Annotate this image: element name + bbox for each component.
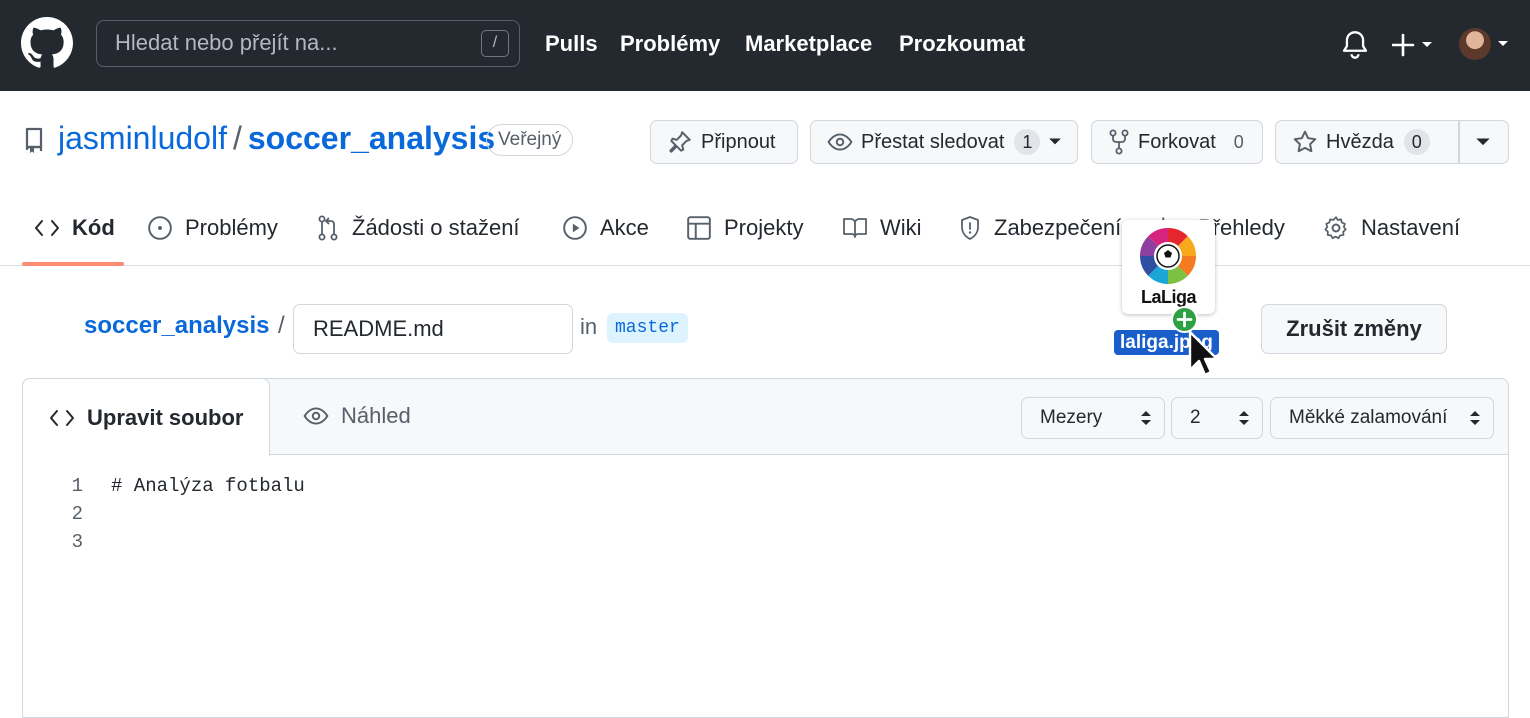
- select-arrows-icon: [1239, 411, 1249, 425]
- code-icon: [50, 409, 74, 426]
- tab-label: Žádosti o stažení: [352, 215, 520, 240]
- star-button[interactable]: Hvězda 0: [1275, 120, 1509, 164]
- pin-button[interactable]: Připnout: [650, 120, 798, 164]
- edit-tab-label: Upravit soubor: [87, 404, 244, 430]
- filename-input[interactable]: [293, 304, 573, 354]
- branch-name: master: [607, 313, 688, 343]
- nav-explore[interactable]: Prozkoumat: [899, 31, 1025, 57]
- repo-title: jasminludolf / soccer_analysis: [58, 120, 495, 157]
- tab-label: Wiki: [880, 215, 922, 240]
- cancel-changes-button[interactable]: Zrušit změny: [1261, 304, 1447, 354]
- star-icon: [1293, 130, 1317, 153]
- shield-icon: [961, 216, 979, 240]
- dragged-file-thumbnail[interactable]: LaLiga: [1122, 220, 1215, 314]
- code-line[interactable]: # Analýza fotbalu: [111, 475, 305, 497]
- tab-actions[interactable]: Akce: [562, 212, 649, 244]
- visibility-badge: Veřejný: [486, 124, 574, 156]
- bell-icon[interactable]: [1341, 30, 1369, 60]
- eye-icon: [827, 133, 853, 151]
- tab-code[interactable]: Kód: [34, 212, 115, 244]
- mouse-cursor-icon: [1188, 330, 1217, 377]
- fork-button[interactable]: Forkovat 0: [1091, 120, 1263, 164]
- search-input[interactable]: [115, 21, 475, 65]
- preview-tab-label: Náhled: [341, 403, 411, 428]
- pull-request-icon: [318, 215, 338, 241]
- star-count: 0: [1403, 129, 1430, 155]
- tab-security[interactable]: Zabezpečení: [958, 212, 1121, 244]
- star-dropdown-chevron-icon[interactable]: [1475, 137, 1491, 148]
- chevron-down-icon[interactable]: [1497, 40, 1509, 48]
- tab-label: Problémy: [185, 215, 278, 240]
- repo-title-separator: /: [232, 120, 242, 156]
- code-icon: [35, 220, 59, 236]
- line-number: 2: [71, 503, 83, 525]
- top-bar: / Pulls Problémy Marketplace Prozkoumat: [0, 0, 1530, 91]
- tab-label: Zabezpečení: [994, 215, 1122, 240]
- search-shortcut-key: /: [481, 30, 509, 57]
- active-tab-underline: [22, 262, 124, 266]
- fork-label: Forkovat: [1138, 130, 1216, 153]
- unwatch-label: Přestat sledovat: [861, 130, 1005, 153]
- pin-label: Připnout: [701, 130, 776, 153]
- tab-label: Kód: [72, 215, 115, 240]
- table-icon: [687, 216, 711, 240]
- indent-mode-value: Mezery: [1040, 407, 1103, 428]
- pin-icon: [669, 131, 691, 153]
- tab-projects[interactable]: Projekty: [686, 212, 803, 244]
- indent-size-value: 2: [1190, 407, 1201, 428]
- gear-icon: [1324, 216, 1347, 240]
- tab-edit-file[interactable]: Upravit soubor: [22, 378, 270, 456]
- laliga-logo-text: LaLiga: [1140, 287, 1197, 307]
- nav-pulls[interactable]: Pulls: [545, 31, 598, 57]
- tab-preview[interactable]: Náhled: [303, 403, 411, 429]
- eye-icon: [303, 407, 329, 425]
- repo-icon: [25, 127, 43, 153]
- tab-pull-requests[interactable]: Žádosti o stažení: [316, 212, 520, 244]
- unwatch-button[interactable]: Přestat sledovat 1: [810, 120, 1078, 164]
- indent-size-select[interactable]: 2: [1171, 397, 1263, 439]
- tab-settings[interactable]: Nastavení: [1323, 212, 1460, 244]
- star-label: Hvězda: [1326, 130, 1394, 153]
- fork-icon: [1109, 129, 1129, 155]
- nav-marketplace[interactable]: Marketplace: [745, 31, 872, 57]
- laliga-logo-icon: [1140, 228, 1196, 284]
- user-avatar[interactable]: [1459, 28, 1491, 60]
- tab-label: Nastavení: [1361, 215, 1461, 240]
- file-editor: Upravit soubor Náhled Mezery 2 Měkké zal…: [22, 378, 1509, 718]
- line-number: 3: [71, 531, 83, 553]
- watch-count: 1: [1014, 129, 1041, 155]
- search-box[interactable]: /: [96, 20, 520, 67]
- repo-name-link[interactable]: soccer_analysis: [248, 120, 495, 156]
- create-new-plus-icon[interactable]: [1392, 32, 1436, 58]
- issue-icon: [148, 216, 172, 240]
- copy-plus-icon: [1171, 306, 1198, 333]
- editor-header: Upravit soubor Náhled Mezery 2 Měkké zal…: [22, 378, 1508, 456]
- star-button-divider: [1458, 120, 1460, 164]
- play-icon: [563, 216, 587, 240]
- tab-issues[interactable]: Problémy: [147, 212, 278, 244]
- wrap-mode-select[interactable]: Měkké zalamování: [1270, 397, 1494, 439]
- select-arrows-icon: [1470, 411, 1480, 425]
- tab-label: Akce: [600, 215, 649, 240]
- repo-owner-link[interactable]: jasminludolf: [58, 120, 227, 156]
- line-number: 1: [71, 475, 83, 497]
- tab-wiki[interactable]: Wiki: [842, 212, 922, 244]
- fork-count: 0: [1233, 132, 1244, 152]
- indent-mode-select[interactable]: Mezery: [1021, 397, 1165, 439]
- book-icon: [843, 218, 867, 238]
- select-arrows-icon: [1141, 411, 1151, 425]
- repo-tabs: Kód Problémy Žádosti o stažení Akce Proj…: [0, 190, 1530, 266]
- github-logo-icon[interactable]: [21, 17, 73, 69]
- chevron-down-icon: [1049, 138, 1062, 145]
- wrap-mode-value: Měkké zalamování: [1289, 407, 1448, 428]
- branch-in-label: in: [580, 314, 598, 339]
- breadcrumb-repo-link[interactable]: soccer_analysis: [84, 312, 269, 340]
- nav-issues[interactable]: Problémy: [620, 31, 720, 57]
- tab-label: Projekty: [724, 215, 804, 240]
- breadcrumb-separator: /: [278, 312, 285, 339]
